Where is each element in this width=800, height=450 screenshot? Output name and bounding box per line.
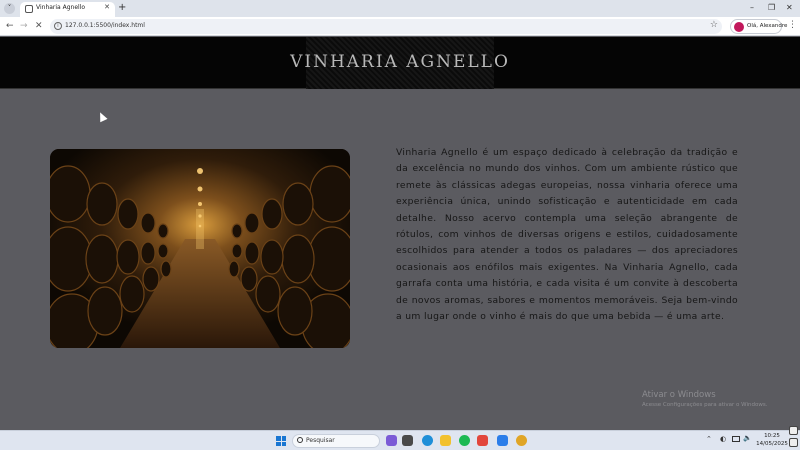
browser-tab[interactable]: Vinharia Agnello ✕	[20, 2, 115, 17]
vscode-icon[interactable]	[497, 435, 508, 446]
network-icon[interactable]: ◐	[720, 435, 726, 443]
site-title: VINHARIA AGNELLO	[290, 52, 510, 72]
chrome-browser-icon[interactable]	[516, 435, 527, 446]
profile-button[interactable]: Olá, Alexandre	[730, 19, 787, 34]
mouse-cursor-icon	[96, 110, 108, 123]
browser-tab-strip: ˅ Vinharia Agnello ✕ + – ❐ ✕	[0, 0, 800, 17]
copilot-app-icon[interactable]	[386, 435, 397, 446]
close-window-icon[interactable]: ✕	[786, 2, 793, 14]
watermark-subtitle: Acesse Configurações para ativar o Windo…	[642, 402, 768, 408]
minimize-window-icon[interactable]: –	[750, 2, 754, 14]
volume-icon[interactable]: 🔈	[743, 434, 752, 442]
show-hidden-icons-icon[interactable]: ⌃	[706, 435, 712, 443]
search-label: Pesquisar	[306, 437, 335, 444]
browser-menu-icon[interactable]: ⋮	[788, 20, 797, 30]
file-explorer-icon[interactable]	[440, 435, 451, 446]
profile-label: Olá, Alexandre	[747, 23, 788, 29]
windows-activation-watermark: Ativar o Windows Acesse Configurações pa…	[642, 390, 767, 408]
task-view-icon[interactable]	[402, 435, 413, 446]
forward-arrow-icon[interactable]: →	[20, 20, 28, 32]
maximize-window-icon[interactable]: ❐	[768, 2, 775, 14]
spotify-icon[interactable]	[459, 435, 470, 446]
taskbar-search[interactable]: Pesquisar	[292, 434, 380, 448]
site-info-icon[interactable]: i	[54, 22, 62, 30]
site-header: VINHARIA AGNELLO	[0, 37, 800, 89]
avatar	[734, 22, 744, 32]
back-arrow-icon[interactable]: ←	[6, 20, 14, 32]
wine-cellar-image	[50, 149, 350, 348]
tab-title: Vinharia Agnello	[36, 4, 86, 11]
edge-browser-icon[interactable]	[422, 435, 433, 446]
url-text[interactable]: 127.0.0.1:5500/index.html	[65, 22, 145, 29]
main-content: Vinharia Agnello é um espaço dedicado à …	[0, 90, 800, 430]
close-tab-icon[interactable]: ✕	[104, 3, 110, 11]
about-paragraph: Vinharia Agnello é um espaço dedicado à …	[396, 147, 738, 323]
taskbar-clock[interactable]: 10:25 14/05/2025	[752, 433, 792, 448]
page-favicon-icon	[25, 5, 33, 13]
settings-gear-icon[interactable]	[789, 438, 798, 447]
windows-taskbar: Pesquisar ⌃ ◐ 🔈 10:25 14/05/2025	[0, 430, 800, 450]
windows-start-icon[interactable]	[276, 436, 286, 446]
clock-date: 14/05/2025	[756, 440, 788, 447]
new-tab-icon[interactable]: +	[118, 2, 126, 14]
app-icon[interactable]	[477, 435, 488, 446]
tab-search-icon[interactable]: ˅	[4, 3, 15, 14]
watermark-title: Ativar o Windows	[642, 390, 716, 400]
clock-time: 10:25	[764, 433, 780, 439]
search-icon	[297, 437, 303, 443]
browser-toolbar: ← → ✕ i 127.0.0.1:5500/index.html ☆ Olá,…	[0, 17, 800, 36]
display-icon[interactable]	[732, 436, 740, 442]
address-bar[interactable]: i 127.0.0.1:5500/index.html ☆	[50, 19, 722, 34]
stop-loading-icon[interactable]: ✕	[35, 20, 43, 32]
bookmark-star-icon[interactable]: ☆	[710, 20, 718, 30]
notification-icon[interactable]	[789, 426, 798, 435]
